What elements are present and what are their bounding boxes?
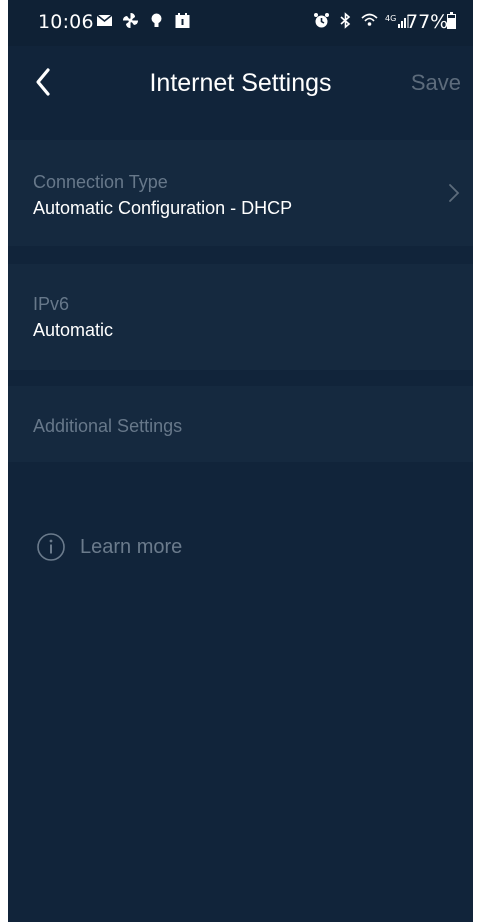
bulb-icon bbox=[151, 13, 162, 27]
ipv6-row[interactable]: IPv6 Automatic bbox=[8, 264, 473, 370]
status-bar: 10:06 4G 77% bbox=[8, 0, 473, 46]
message-icon bbox=[96, 14, 113, 26]
notification-icons bbox=[96, 12, 191, 29]
info-icon bbox=[37, 533, 65, 561]
learn-more-label: Learn more bbox=[80, 535, 183, 558]
pinwheel-icon bbox=[122, 12, 139, 29]
calendar-icon bbox=[175, 13, 190, 28]
battery-percent: 77% bbox=[406, 11, 449, 33]
bluetooth-icon bbox=[340, 12, 351, 29]
alarm-icon bbox=[314, 13, 329, 28]
connection-type-label: Connection Type bbox=[33, 172, 168, 192]
additional-settings-row[interactable]: Additional Settings bbox=[8, 386, 473, 462]
ipv6-value: Automatic bbox=[33, 320, 114, 340]
status-time: 10:06 bbox=[38, 11, 94, 33]
app-screen: 10:06 4G 77% Internet Settings Save Conn… bbox=[8, 0, 473, 922]
svg-text:4G: 4G bbox=[385, 14, 396, 23]
system-icons: 4G bbox=[313, 12, 411, 29]
page-title: Internet Settings bbox=[149, 69, 332, 97]
battery-icon bbox=[447, 12, 456, 29]
save-button[interactable]: Save bbox=[411, 70, 461, 96]
connection-type-value: Automatic Configuration - DHCP bbox=[33, 198, 293, 218]
ipv6-label: IPv6 bbox=[33, 294, 70, 314]
learn-more-link[interactable]: Learn more bbox=[36, 532, 182, 562]
wifi-calling-icon bbox=[361, 13, 378, 26]
chevron-right-icon bbox=[449, 184, 460, 202]
app-header: Internet Settings Save bbox=[8, 46, 473, 126]
connection-type-row[interactable]: Connection Type Automatic Configuration … bbox=[8, 140, 473, 246]
additional-settings-label: Additional Settings bbox=[33, 416, 183, 436]
